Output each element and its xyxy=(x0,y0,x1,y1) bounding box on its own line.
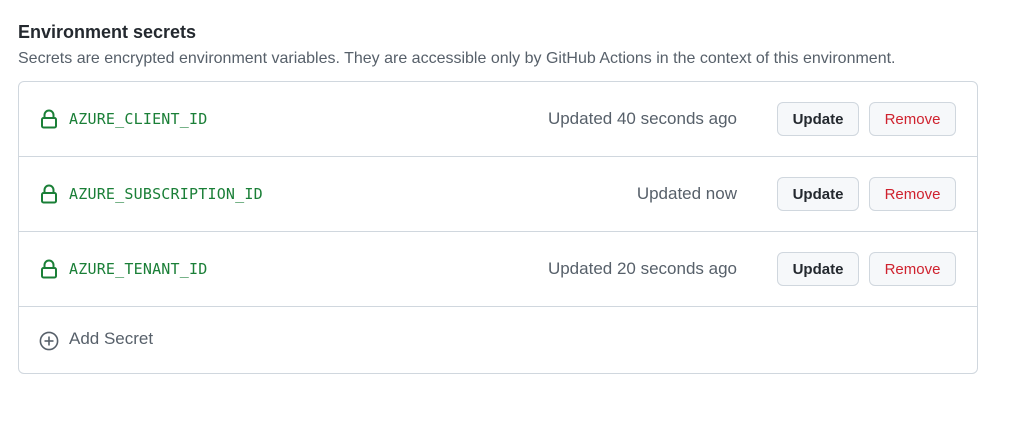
secret-row: AZURE_CLIENT_ID Updated 40 seconds ago U… xyxy=(19,82,977,157)
lock-icon xyxy=(41,259,57,279)
remove-button[interactable]: Remove xyxy=(869,177,956,211)
environment-secrets-section: Environment secrets Secrets are encrypte… xyxy=(18,20,978,374)
update-button[interactable]: Update xyxy=(777,252,859,286)
lock-icon xyxy=(41,184,57,204)
secret-name: AZURE_CLIENT_ID xyxy=(69,110,208,128)
lock-icon xyxy=(41,109,57,129)
plus-circle-icon xyxy=(39,331,59,351)
section-description: Secrets are encrypted environment variab… xyxy=(18,50,896,67)
secret-updated-time: Updated 20 seconds ago xyxy=(547,259,737,278)
remove-button[interactable]: Remove xyxy=(869,252,956,286)
remove-button[interactable]: Remove xyxy=(869,102,956,136)
add-secret-button[interactable]: Add Secret xyxy=(19,307,977,373)
update-button[interactable]: Update xyxy=(777,102,859,136)
update-button[interactable]: Update xyxy=(777,177,859,211)
secret-row: AZURE_TENANT_ID Updated 20 seconds ago U… xyxy=(19,232,977,307)
secret-updated-time: Updated now xyxy=(636,184,737,203)
secret-name: AZURE_SUBSCRIPTION_ID xyxy=(69,185,263,203)
secret-row: AZURE_SUBSCRIPTION_ID Updated now Update… xyxy=(19,157,977,232)
secrets-list: AZURE_CLIENT_ID Updated 40 seconds ago U… xyxy=(18,81,978,374)
secret-updated-time: Updated 40 seconds ago xyxy=(547,109,737,128)
secret-name: AZURE_TENANT_ID xyxy=(69,260,208,278)
add-secret-label: Add Secret xyxy=(69,329,154,348)
section-title: Environment secrets xyxy=(18,22,197,42)
